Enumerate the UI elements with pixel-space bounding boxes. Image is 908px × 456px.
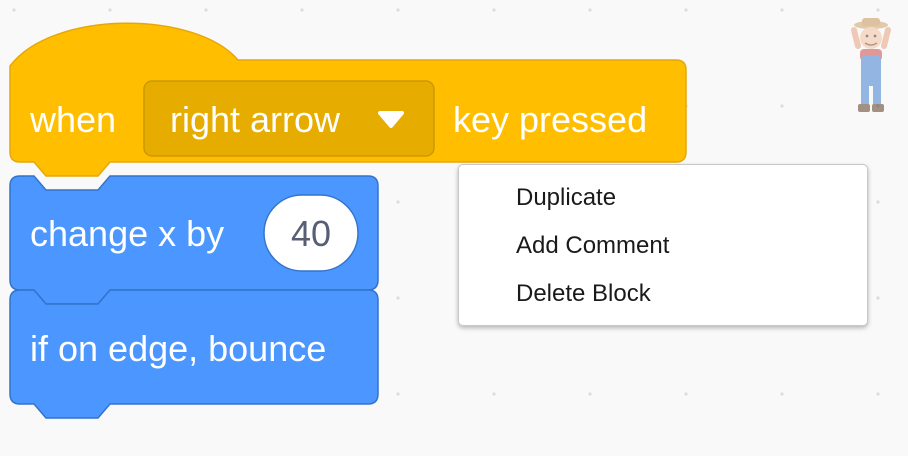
when-key-pressed-block[interactable]: when right arrow key pressed: [9, 22, 687, 177]
script-workspace[interactable]: when right arrow key pressed change x by…: [0, 0, 908, 456]
change-x-by-block[interactable]: change x by 40: [9, 175, 379, 305]
if-on-edge-bounce-block[interactable]: if on edge, bounce: [9, 289, 379, 419]
menu-item-add-comment[interactable]: Add Comment: [459, 222, 867, 270]
farmer-sprite-icon[interactable]: [846, 16, 896, 118]
key-dropdown[interactable]: right arrow: [143, 80, 435, 157]
block-context-menu: Duplicate Add Comment Delete Block: [458, 164, 868, 326]
x-amount-value: 40: [291, 213, 331, 254]
menu-item-delete-block[interactable]: Delete Block: [459, 270, 867, 318]
hat-block-key-pressed-label: key pressed: [453, 99, 647, 140]
menu-item-duplicate[interactable]: Duplicate: [459, 174, 867, 222]
key-dropdown-value: right arrow: [170, 99, 341, 140]
change-x-by-label: change x by: [30, 213, 224, 254]
hat-block-when-label: when: [29, 99, 116, 140]
if-on-edge-bounce-label: if on edge, bounce: [30, 328, 326, 369]
